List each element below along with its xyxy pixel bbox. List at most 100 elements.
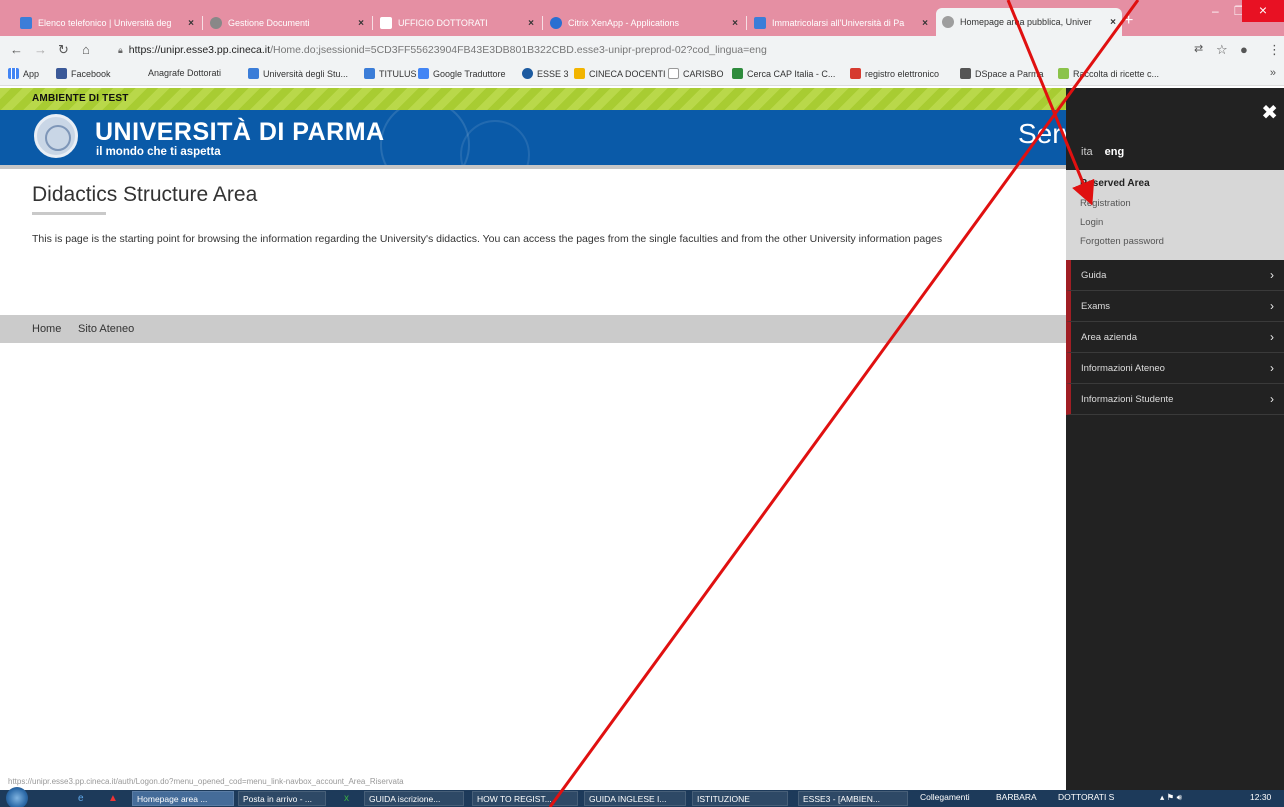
bookmark-item[interactable]: CINECA DOCENTI (574, 68, 666, 79)
home-icon[interactable]: ⌂ (82, 42, 90, 57)
close-tab-icon[interactable]: × (922, 18, 928, 29)
bookmark-item[interactable]: Raccolta di ricette c... (1058, 68, 1159, 79)
bookmark-item[interactable]: ESSE 3 (522, 68, 569, 79)
close-tab-icon[interactable]: × (732, 18, 738, 29)
taskbar-word[interactable]: GUIDA INGLESE I... (584, 791, 686, 806)
internet-explorer-icon[interactable]: e (78, 793, 84, 804)
bookmark-label: CINECA DOCENTI (589, 68, 666, 79)
bookmark-facebook[interactable]: Facebook (56, 68, 111, 79)
browser-tab[interactable]: Gestione Documenti × (204, 10, 370, 36)
profile-icon[interactable]: ● (1240, 42, 1248, 57)
bookmark-item[interactable]: DSpace a Parma (960, 68, 1044, 79)
tab-title: Homepage area pubblica, Univer (960, 17, 1092, 27)
cineca-icon (574, 68, 585, 79)
browser-tab[interactable]: Citrix XenApp - Applications × (544, 10, 744, 36)
close-tab-icon[interactable]: × (188, 18, 194, 29)
browser-tab-active[interactable]: Homepage area pubblica, Univer × (936, 8, 1122, 36)
tray-links[interactable]: Collegamenti (920, 792, 970, 802)
bookmark-item[interactable]: Cerca CAP Italia - C... (732, 68, 835, 79)
university-seal-icon[interactable] (34, 114, 78, 158)
taskbar-outlook[interactable]: Posta in arrivo - ... (238, 791, 326, 806)
browser-tab[interactable]: Elenco telefonico | Università deg × (14, 10, 200, 36)
menu-item-informazioni-studente[interactable]: Informazioni Studente › (1066, 384, 1284, 415)
close-tab-icon[interactable]: × (358, 18, 364, 29)
bookmark-item[interactable]: Anagrafe Dottorati (148, 68, 221, 78)
clock[interactable]: 12:30 (1250, 792, 1271, 802)
site-favicon-icon (210, 17, 222, 29)
menu-icon[interactable]: ⋮ (1268, 42, 1281, 58)
lang-eng[interactable]: eng (1105, 146, 1125, 158)
os-taskbar: e ▲ Homepage area ... Posta in arrivo - … (0, 787, 1284, 807)
bookmark-label: Google Traduttore (433, 68, 506, 79)
bookmark-item[interactable]: Università degli Stu... (248, 68, 348, 79)
new-tab-icon[interactable]: + (1124, 12, 1133, 30)
browser-tab[interactable]: Immatricolarsi all'Università di Pa × (748, 10, 934, 36)
bookmark-item[interactable]: registro elettronico (850, 68, 939, 79)
recipe-icon (1058, 68, 1069, 79)
menu-item-label: Exams (1081, 301, 1111, 312)
close-menu-icon[interactable]: ✖ (1261, 100, 1278, 125)
tray-icons[interactable]: ▴ ⚑ 🔊︎ (1160, 792, 1182, 803)
footer-link-sito-ateneo[interactable]: Sito Ateneo (78, 323, 134, 335)
start-button-icon[interactable] (6, 787, 28, 807)
tab-title: UFFICIO DOTTORATI (398, 18, 488, 28)
forward-icon[interactable]: → (34, 42, 47, 57)
back-icon[interactable]: ← (10, 42, 23, 57)
brand-title[interactable]: UNIVERSITÀ DI PARMA (95, 118, 385, 147)
bookmark-label: Cerca CAP Italia - C... (747, 68, 836, 79)
browser-tab[interactable]: UFFICIO DOTTORATI × (374, 10, 540, 36)
citrix-icon (550, 17, 562, 29)
bookmark-label: App (23, 68, 40, 79)
bookmark-apps[interactable]: App (8, 68, 39, 79)
close-tab-icon[interactable]: × (528, 18, 534, 29)
acrobat-icon[interactable]: ▲ (108, 793, 118, 804)
footer-link-home[interactable]: Home (32, 323, 61, 335)
bookmark-item[interactable]: CARISBO (668, 68, 724, 79)
excel-icon[interactable]: x (344, 793, 349, 804)
menu-item-exams[interactable]: Exams › (1066, 291, 1284, 322)
lang-ita[interactable]: ita (1081, 146, 1093, 158)
taskbar-word[interactable]: HOW TO REGIST... (472, 791, 578, 806)
bookmark-item[interactable]: Google Traduttore (418, 68, 506, 79)
bookmark-label: TITULUS (379, 68, 417, 79)
taskbar-word[interactable]: GUIDA iscrizione... (364, 791, 464, 806)
more-bookmarks-icon[interactable]: » (1270, 67, 1276, 79)
cap-icon (732, 68, 743, 79)
translate-icon[interactable]: ⇄ (1194, 42, 1203, 55)
minimize-icon[interactable]: – (1212, 4, 1219, 18)
bookmark-label: Raccolta di ricette c... (1073, 68, 1160, 79)
language-switch: ita eng (1081, 146, 1124, 158)
intro-text: This is page is the starting point for b… (32, 233, 943, 245)
registration-link[interactable]: Registration (1080, 198, 1131, 209)
taskbar-esse3[interactable]: ESSE3 - [AMBIEN... (798, 791, 908, 806)
facebook-icon (56, 68, 67, 79)
url-host: https://unipr.esse3.pp.cineca.it (128, 44, 271, 56)
bookmark-label: DSpace a Parma (975, 68, 1044, 79)
menu-item-guida[interactable]: Guida › (1066, 260, 1284, 291)
menu-item-informazioni-ateneo[interactable]: Informazioni Ateneo › (1066, 353, 1284, 384)
esse3-icon (522, 68, 533, 79)
side-menu: ✖ ita eng Reserved Area Registration Logi… (1066, 88, 1284, 790)
forgotten-password-link[interactable]: Forgotten password (1080, 236, 1164, 247)
login-link[interactable]: Login (1080, 217, 1103, 228)
reserved-area-title: Reserved Area (1080, 178, 1150, 189)
address-bar[interactable]: 🔒︎ https://unipr.esse3.pp.cineca.it/Home.… (118, 41, 767, 59)
site-favicon-icon (20, 17, 32, 29)
tab-title: Citrix XenApp - Applications (568, 18, 680, 28)
bookmark-item[interactable]: TITULUS (364, 68, 417, 79)
taskbar-folder[interactable]: ISTITUZIONE (692, 791, 788, 806)
tray-user-dottorati[interactable]: DOTTORATI S (1058, 792, 1114, 802)
header-services-label: Serv (1018, 118, 1066, 149)
tab-title: Gestione Documenti (228, 18, 310, 28)
bookmark-label: CARISBO (683, 68, 724, 79)
close-tab-icon[interactable]: × (1110, 17, 1116, 28)
chevron-right-icon: › (1270, 330, 1274, 344)
menu-item-area-azienda[interactable]: Area azienda › (1066, 322, 1284, 353)
tray-user-barbara[interactable]: BARBARA (996, 792, 1037, 802)
lock-icon: 🔒︎ (118, 45, 123, 55)
reload-icon[interactable]: ↻ (58, 42, 69, 58)
taskbar-chrome[interactable]: Homepage area ... (132, 791, 234, 806)
document-icon (380, 17, 392, 29)
bookmark-star-icon[interactable]: ☆ (1216, 42, 1228, 58)
window-close-icon[interactable]: × (1242, 0, 1284, 22)
